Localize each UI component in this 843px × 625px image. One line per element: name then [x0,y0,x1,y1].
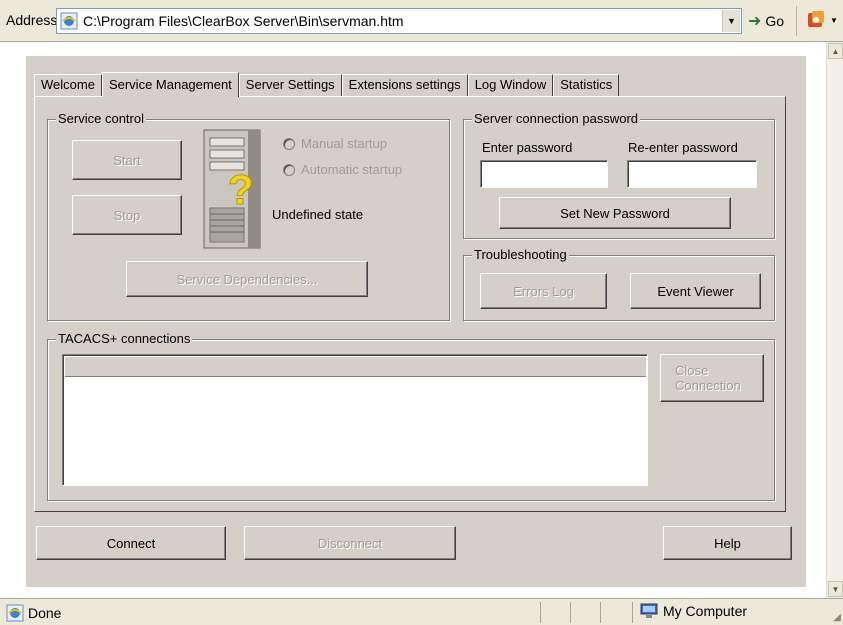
connect-button[interactable]: Connect [36,526,226,560]
toolbar-separator [796,6,797,36]
scroll-down-button[interactable]: ▼ [828,581,843,597]
set-new-password-button[interactable]: Set New Password [499,197,731,229]
radio-dot-icon [283,137,295,150]
stop-button[interactable]: Stop [72,195,182,235]
my-computer-icon [640,603,658,618]
service-control-group: Service control Start Stop ? Manual star… [47,111,450,321]
tacacs-connections-group: TACACS+ connections Close Connection [47,331,775,501]
server-tower-icon: ? [203,129,261,249]
manual-startup-radio[interactable]: Manual startup [283,136,387,151]
password-group: Server connection password Enter passwor… [463,111,775,239]
radio-dot-icon [283,163,295,176]
zone-label: My Computer [663,603,748,619]
start-button[interactable]: Start [72,140,182,180]
status-cell [570,602,600,623]
automatic-startup-radio[interactable]: Automatic startup [283,162,402,177]
tab-strip: Welcome Service Management Server Settin… [34,72,620,97]
status-cell [540,602,570,623]
address-label: Address [6,12,58,28]
status-cell [600,602,630,623]
disconnect-button[interactable]: Disconnect [244,526,456,560]
errors-log-button[interactable]: Errors Log [480,273,607,309]
tab-welcome[interactable]: Welcome [34,74,102,96]
event-viewer-button[interactable]: Event Viewer [630,273,761,309]
reenter-password-label: Re-enter password [628,140,738,155]
password-legend: Server connection password [472,111,641,127]
security-zone: My Computer [640,603,747,619]
ie-page-icon [60,12,78,30]
tab-server-settings[interactable]: Server Settings [238,74,342,96]
address-dropdown-button[interactable]: ▼ [722,10,740,32]
tab-service-management[interactable]: Service Management [101,72,239,97]
service-state-text: Undefined state [272,207,364,222]
service-dependencies-button[interactable]: Service Dependencies... [126,261,368,297]
go-button[interactable]: ➜ Go [748,8,784,34]
resize-grip-icon[interactable]: ◢ [833,612,841,623]
troubleshooting-group: Troubleshooting Errors Log Event Viewer [463,247,775,321]
troubleshooting-legend: Troubleshooting [472,247,569,263]
question-mark-icon: ? [228,166,254,213]
scroll-up-button[interactable]: ▲ [828,43,843,59]
ie-page-icon [6,604,24,622]
service-manager-panel: Welcome Service Management Server Settin… [26,56,806,587]
close-connection-button[interactable]: Close Connection [660,354,764,402]
status-text: Done [28,605,62,621]
vertical-scrollbar[interactable]: ▲ ▼ [826,42,843,598]
tab-statistics[interactable]: Statistics [553,74,620,96]
service-control-legend: Service control [56,111,146,127]
connections-list-header [65,357,646,377]
help-button[interactable]: Help [663,526,792,560]
toolbar-dropdown-icon[interactable]: ▼ [830,16,838,25]
enter-password-label: Enter password [482,140,573,155]
address-bar: Address C:\Program Files\ClearBox Server… [0,0,843,42]
automatic-startup-label: Automatic startup [301,162,403,177]
tacacs-connections-list[interactable] [62,354,648,486]
status-bar: Done My Computer ◢ [0,598,843,625]
address-url: C:\Program Files\ClearBox Server\Bin\ser… [83,13,404,29]
enter-password-field[interactable] [480,160,608,188]
address-input[interactable]: C:\Program Files\ClearBox Server\Bin\ser… [56,8,742,34]
tab-extensions-settings[interactable]: Extensions settings [341,74,468,96]
tab-panel: Service control Start Stop ? Manual star… [34,96,786,512]
manual-startup-label: Manual startup [301,136,387,151]
tacacs-legend: TACACS+ connections [56,331,193,347]
reenter-password-field[interactable] [627,160,757,188]
research-icon[interactable] [805,9,827,31]
go-label: Go [765,13,785,29]
go-arrow-icon: ➜ [748,13,762,30]
tab-log-window[interactable]: Log Window [467,74,554,96]
